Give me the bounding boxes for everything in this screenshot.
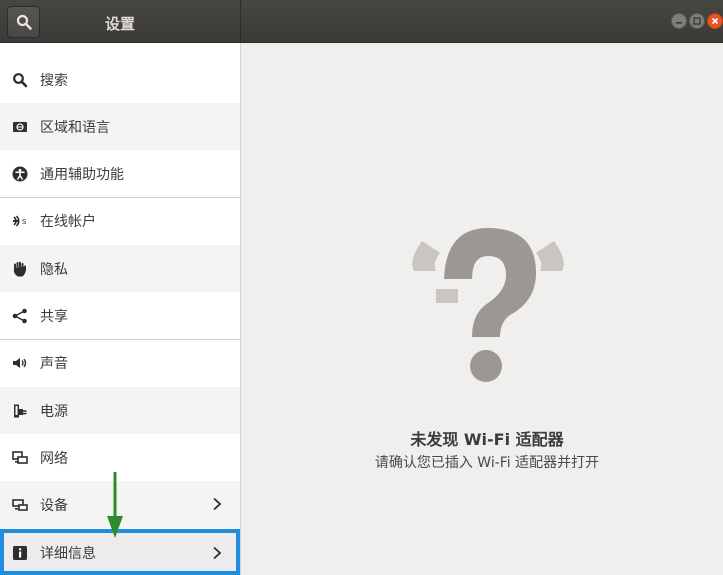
speaker-icon: [12, 355, 28, 371]
sidebar-item-search[interactable]: 搜索: [0, 56, 240, 103]
annotation-arrow-down-icon: [107, 472, 123, 538]
sidebar-item-label: 详细信息: [40, 545, 96, 562]
sidebar-item-privacy[interactable]: 隐私: [0, 245, 240, 292]
minimize-button[interactable]: [671, 13, 687, 29]
network-icon: [12, 450, 28, 466]
sidebar-item-label: 共享: [40, 308, 68, 325]
devices-icon: [12, 497, 28, 513]
sidebar-item-label: 通用辅助功能: [40, 166, 124, 183]
chevron-right-icon: [213, 546, 222, 560]
sidebar-item-sharing[interactable]: 共享: [0, 292, 240, 339]
sidebar-item-label: 区域和语言: [40, 119, 110, 136]
status-title: 未发现 Wi-Fi 适配器: [410, 430, 564, 449]
header-bar: 设置: [0, 0, 723, 43]
sidebar-item-region[interactable]: 区域和语言: [0, 103, 240, 150]
window-controls: [671, 13, 723, 29]
online-accounts-icon: S: [12, 213, 28, 229]
maximize-icon: [693, 17, 701, 25]
power-icon: [12, 403, 28, 419]
sidebar-item-power[interactable]: 电源: [0, 387, 240, 434]
region-icon: [12, 119, 28, 135]
sidebar-item-label: 电源: [40, 403, 68, 420]
minimize-icon: [676, 22, 682, 24]
sidebar-item-label: 搜索: [40, 72, 68, 89]
chevron-right-icon: [213, 497, 222, 511]
close-icon: [711, 17, 719, 25]
header-left-pane: 设置: [0, 0, 241, 43]
search-icon: [12, 72, 28, 88]
accessibility-icon: [12, 166, 28, 182]
sidebar-item-label: 网络: [40, 450, 68, 467]
svg-text:S: S: [22, 218, 27, 226]
sidebar-item-accessibility[interactable]: 通用辅助功能: [0, 150, 240, 197]
maximize-button[interactable]: [689, 13, 705, 29]
wifi-unavailable-question-icon: [412, 228, 564, 382]
main-content: 未发现 Wi-Fi 适配器 请确认您已插入 Wi-Fi 适配器并打开: [241, 43, 723, 575]
share-icon: [12, 308, 28, 324]
sidebar-item-label: 声音: [40, 356, 68, 372]
sidebar-item-sound[interactable]: 声音: [0, 339, 240, 386]
sidebar-item-online-accounts[interactable]: S 在线帐户: [0, 197, 240, 244]
hand-icon: [12, 261, 28, 277]
sidebar-item-label: 隐私: [40, 261, 68, 278]
search-button[interactable]: [7, 6, 40, 38]
sidebar-item-label: 设备: [40, 497, 68, 514]
info-icon: [12, 545, 28, 561]
window-title: 设置: [104, 15, 135, 33]
search-icon: [16, 14, 32, 30]
status-subtitle: 请确认您已插入 Wi-Fi 适配器并打开: [374, 455, 600, 471]
close-button[interactable]: [707, 13, 723, 29]
sidebar-item-label: 在线帐户: [40, 214, 96, 230]
